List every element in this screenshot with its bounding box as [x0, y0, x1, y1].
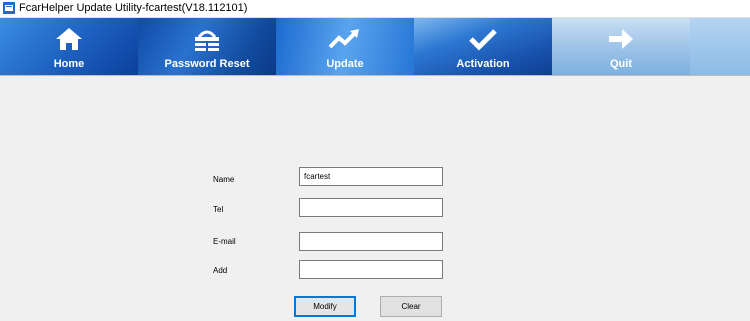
- toolbar-divider: [0, 75, 750, 76]
- tab-activation-label: Activation: [456, 58, 510, 70]
- name-field[interactable]: [299, 167, 443, 186]
- trend-up-icon: [328, 29, 359, 49]
- clear-button[interactable]: Clear: [380, 296, 442, 317]
- tab-password-reset[interactable]: Password Reset: [138, 18, 276, 75]
- tab-activation[interactable]: Activation: [414, 18, 552, 75]
- checkmark-icon: [469, 29, 497, 51]
- title-bar: FcarHelper Update Utility-fcartest(V18.1…: [0, 0, 750, 18]
- main-toolbar: Home Password Reset Update Activation Qu…: [0, 18, 750, 75]
- tab-quit-label: Quit: [610, 58, 632, 70]
- tab-home-label: Home: [53, 58, 85, 70]
- tel-field[interactable]: [299, 198, 443, 217]
- email-field[interactable]: [299, 232, 443, 251]
- tab-update-label: Update: [326, 58, 364, 70]
- modify-button[interactable]: Modify: [294, 296, 356, 317]
- address-field[interactable]: [299, 260, 443, 279]
- name-label: Name: [213, 175, 235, 184]
- tab-update[interactable]: Update: [276, 18, 414, 75]
- home-icon: [56, 28, 82, 50]
- toolbar-filler: [690, 18, 750, 75]
- tel-label: Tel: [213, 205, 224, 214]
- tab-home[interactable]: Home: [0, 18, 138, 75]
- window-title: FcarHelper Update Utility-fcartest(V18.1…: [19, 2, 248, 14]
- password-reset-icon: [195, 30, 219, 51]
- arrow-right-icon: [609, 29, 633, 49]
- tab-password-reset-label: Password Reset: [164, 58, 250, 70]
- app-icon: [3, 2, 15, 14]
- address-label: Add: [213, 266, 228, 275]
- email-label: E-mail: [213, 237, 236, 246]
- tab-quit[interactable]: Quit: [552, 18, 690, 75]
